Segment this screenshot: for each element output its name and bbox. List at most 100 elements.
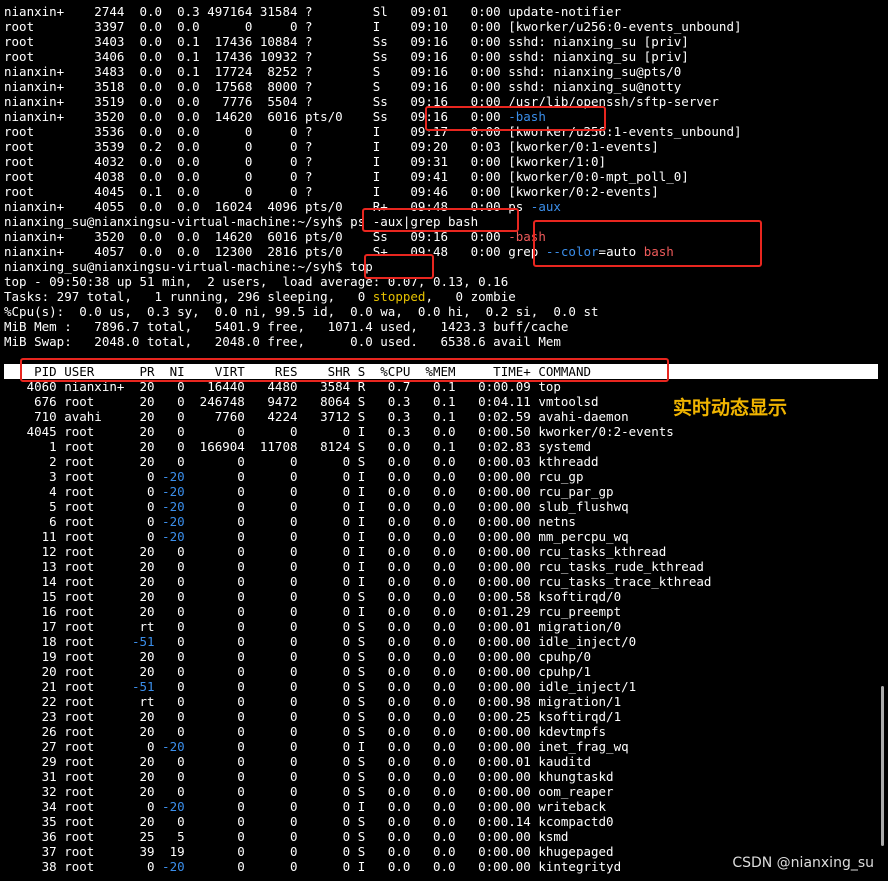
terminal-line: root 3403 0.0 0.1 17436 10884 ? Ss 09:16… (4, 34, 689, 49)
terminal-line: 1 root 20 0 166904 11708 8124 S 0.0 0.1 … (4, 439, 591, 454)
terminal-text-segment: 15 root 20 0 0 0 0 S 0.0 0.0 0:00.58 kso… (4, 589, 622, 604)
annotation-box-column-header (20, 358, 669, 382)
terminal-line: nianxin+ 3518 0.0 0.0 17568 8000 ? S 09:… (4, 79, 681, 94)
terminal-text-segment: 13 root 20 0 0 0 0 I 0.0 0.0 0:00.00 rcu… (4, 559, 704, 574)
terminal-text-segment: 0 0 0 I 0.0 0.0 0:00.00 writeback (184, 799, 607, 814)
annotation-box-top-command (364, 254, 434, 279)
terminal-text-segment: -aux (530, 199, 561, 214)
terminal-text-segment: -20 (162, 739, 185, 754)
terminal-line: 34 root 0 -20 0 0 0 I 0.0 0.0 0:00.00 wr… (4, 799, 606, 814)
scrollbar-thumb[interactable] (881, 686, 884, 846)
terminal-line: root 3536 0.0 0.0 0 0 ? I 09:17 0:00 [kw… (4, 124, 742, 139)
terminal-text-segment: 0 0 0 0 S 0.0 0.0 0:00.00 idle_inject/0 (154, 634, 637, 649)
terminal-line: 11 root 0 -20 0 0 0 I 0.0 0.0 0:00.00 mm… (4, 529, 629, 544)
terminal-text-segment: 0 0 0 I 0.0 0.0 0:00.00 mm_percpu_wq (184, 529, 629, 544)
terminal-text-segment: MiB Mem : 7896.7 total, 5401.9 free, 107… (4, 319, 569, 334)
terminal-output[interactable]: nianxin+ 2744 0.0 0.3 497164 31584 ? Sl … (0, 0, 888, 881)
terminal-text-segment: nianxing_su@nianxingsu-virtual-machine:~… (4, 259, 373, 274)
terminal-text-segment: 676 root 20 0 246748 9472 8064 S 0.3 0.1… (4, 394, 599, 409)
terminal-line: nianxin+ 3483 0.0 0.1 17724 8252 ? S 09:… (4, 64, 681, 79)
terminal-text-segment: -51 (131, 634, 155, 649)
terminal-line: root 3406 0.0 0.1 17436 10932 ? Ss 09:16… (4, 49, 689, 64)
terminal-text-segment: , 0 zombie (425, 289, 516, 304)
terminal-line: root 4038 0.0 0.0 0 0 ? I 09:41 0:00 [kw… (4, 169, 689, 184)
terminal-text-segment: 32 root 20 0 0 0 0 S 0.0 0.0 0:00.00 oom… (4, 784, 614, 799)
terminal-line: root 3397 0.0 0.0 0 0 ? I 09:10 0:00 [kw… (4, 19, 742, 34)
terminal-line: 27 root 0 -20 0 0 0 I 0.0 0.0 0:00.00 in… (4, 739, 629, 754)
terminal-line: 676 root 20 0 246748 9472 8064 S 0.3 0.1… (4, 394, 599, 409)
terminal-text-segment: -20 (162, 499, 185, 514)
terminal-text-segment: 35 root 20 0 0 0 0 S 0.0 0.0 0:00.14 kco… (4, 814, 614, 829)
terminal-line: 35 root 20 0 0 0 0 S 0.0 0.0 0:00.14 kco… (4, 814, 614, 829)
terminal-text-segment: 12 root 20 0 0 0 0 I 0.0 0.0 0:00.00 rcu… (4, 544, 667, 559)
terminal-line: MiB Mem : 7896.7 total, 5401.9 free, 107… (4, 319, 568, 334)
terminal-text-segment: 0 0 0 I 0.0 0.0 0:00.00 netns (184, 514, 576, 529)
terminal-line: 20 root 20 0 0 0 0 S 0.0 0.0 0:00.00 cpu… (4, 664, 591, 679)
terminal-line: root 4045 0.1 0.0 0 0 ? I 09:46 0:00 [kw… (4, 184, 659, 199)
terminal-line: 29 root 20 0 0 0 0 S 0.0 0.0 0:00.01 kau… (4, 754, 591, 769)
terminal-text-segment: 5 root 0 (4, 499, 163, 514)
annotation-box-bash-process (425, 106, 606, 131)
terminal-text-segment: 6 root 0 (4, 514, 163, 529)
terminal-line: 17 root rt 0 0 0 0 S 0.0 0.0 0:00.01 mig… (4, 619, 621, 634)
terminal-text-segment: 37 root 39 19 0 0 0 S 0.0 0.0 0:00.00 kh… (4, 844, 614, 859)
terminal-text-segment: root 4032 0.0 0.0 0 0 ? I 09:31 0:00 [kw… (4, 154, 607, 169)
terminal-text-segment: 34 root 0 (4, 799, 163, 814)
terminal-line: nianxing_su@nianxingsu-virtual-machine:~… (4, 259, 373, 274)
terminal-line: 4045 root 20 0 0 0 0 I 0.3 0.0 0:00.50 k… (4, 424, 674, 439)
terminal-text-segment: %Cpu(s): 0.0 us, 0.3 sy, 0.0 ni, 99.5 id… (4, 304, 599, 319)
terminal-text-segment: MiB Swap: 2048.0 total, 2048.0 free, 0.0… (4, 334, 561, 349)
terminal-text-segment: -20 (162, 469, 185, 484)
terminal-line: 15 root 20 0 0 0 0 S 0.0 0.0 0:00.58 kso… (4, 589, 621, 604)
terminal-line: 37 root 39 19 0 0 0 S 0.0 0.0 0:00.00 kh… (4, 844, 614, 859)
terminal-text-segment: 4 root 0 (4, 484, 163, 499)
terminal-line: Tasks: 297 total, 1 running, 296 sleepin… (4, 289, 516, 304)
terminal-line: nianxin+ 3519 0.0 0.0 7776 5504 ? Ss 09:… (4, 94, 719, 109)
terminal-text-segment: root 4038 0.0 0.0 0 0 ? I 09:41 0:00 [kw… (4, 169, 689, 184)
terminal-text-segment: 36 root 25 5 0 0 0 S 0.0 0.0 0:00.00 ksm… (4, 829, 569, 844)
terminal-line: 12 root 20 0 0 0 0 I 0.0 0.0 0:00.00 rcu… (4, 544, 667, 559)
terminal-text-segment: -20 (162, 799, 185, 814)
terminal-line: 14 root 20 0 0 0 0 I 0.0 0.0 0:00.00 rcu… (4, 574, 712, 589)
terminal-text-segment: nianxin+ 3519 0.0 0.0 7776 5504 ? Ss 09:… (4, 94, 719, 109)
terminal-text-segment: 0 0 0 I 0.0 0.0 0:00.00 rcu_par_gp (184, 484, 614, 499)
terminal-text-segment: 4045 root 20 0 0 0 0 I 0.3 0.0 0:00.50 k… (4, 424, 674, 439)
terminal-line: 23 root 20 0 0 0 0 S 0.0 0.0 0:00.25 kso… (4, 709, 621, 724)
terminal-text-segment: nianxin+ 3518 0.0 0.0 17568 8000 ? S 09:… (4, 79, 682, 94)
terminal-line: MiB Swap: 2048.0 total, 2048.0 free, 0.0… (4, 334, 561, 349)
annotation-box-grep-command (362, 208, 519, 232)
terminal-text-segment: 11 root 0 (4, 529, 163, 544)
watermark: CSDN @nianxing_su (732, 855, 874, 871)
terminal-text-segment: 14 root 20 0 0 0 0 I 0.0 0.0 0:00.00 rcu… (4, 574, 712, 589)
terminal-line: 22 root rt 0 0 0 0 S 0.0 0.0 0:00.98 mig… (4, 694, 621, 709)
terminal-text-segment: 20 root 20 0 0 0 0 S 0.0 0.0 0:00.00 cpu… (4, 664, 591, 679)
annotation-label: 实时动态显示 (673, 397, 788, 419)
terminal-line: nianxin+ 2744 0.0 0.3 497164 31584 ? Sl … (4, 4, 621, 19)
terminal-text-segment: -20 (162, 529, 185, 544)
terminal-text-segment: 0 0 0 I 0.0 0.0 0:00.00 rcu_gp (184, 469, 584, 484)
terminal-line: 26 root 20 0 0 0 0 S 0.0 0.0 0:00.00 kde… (4, 724, 606, 739)
terminal-line: 13 root 20 0 0 0 0 I 0.0 0.0 0:00.00 rcu… (4, 559, 704, 574)
terminal-line: 710 avahi 20 0 7760 4224 3712 S 0.3 0.1 … (4, 409, 629, 424)
terminal-text-segment: 3 root 0 (4, 469, 163, 484)
terminal-line: 19 root 20 0 0 0 0 S 0.0 0.0 0:00.00 cpu… (4, 649, 591, 664)
terminal-text-segment: root 3539 0.2 0.0 0 0 ? I 09:20 0:03 [kw… (4, 139, 659, 154)
terminal-line: root 4032 0.0 0.0 0 0 ? I 09:31 0:00 [kw… (4, 154, 606, 169)
terminal-text-segment: 29 root 20 0 0 0 0 S 0.0 0.0 0:00.01 kau… (4, 754, 591, 769)
terminal-text-segment: 18 root (4, 634, 132, 649)
terminal-text-segment: 21 root (4, 679, 132, 694)
terminal-line: 2 root 20 0 0 0 0 S 0.0 0.0 0:00.03 kthr… (4, 454, 598, 469)
terminal-line: 6 root 0 -20 0 0 0 I 0.0 0.0 0:00.00 net… (4, 514, 576, 529)
terminal-line: 4 root 0 -20 0 0 0 I 0.0 0.0 0:00.00 rcu… (4, 484, 614, 499)
terminal-text-segment: 27 root 0 (4, 739, 163, 754)
terminal-scrollbar[interactable] (876, 0, 886, 881)
terminal-text-segment: 0 0 0 I 0.0 0.0 0:00.00 kintegrityd (184, 859, 622, 874)
terminal-text-segment: root 4045 0.1 0.0 0 0 ? I 09:46 0:00 [kw… (4, 184, 659, 199)
terminal-text-segment: 1 root 20 0 166904 11708 8124 S 0.0 0.1 … (4, 439, 591, 454)
terminal-text-segment: nianxin+ 3483 0.0 0.1 17724 8252 ? S 09:… (4, 64, 682, 79)
terminal-text-segment: root 3536 0.0 0.0 0 0 ? I 09:17 0:00 [kw… (4, 124, 742, 139)
terminal-text-segment: 16 root 20 0 0 0 0 I 0.0 0.0 0:01.29 rcu… (4, 604, 622, 619)
terminal-line: 5 root 0 -20 0 0 0 I 0.0 0.0 0:00.00 slu… (4, 499, 629, 514)
terminal-line: 18 root -51 0 0 0 0 S 0.0 0.0 0:00.00 id… (4, 634, 637, 649)
terminal-text-segment: root 3406 0.0 0.1 17436 10932 ? Ss 09:16… (4, 49, 689, 64)
